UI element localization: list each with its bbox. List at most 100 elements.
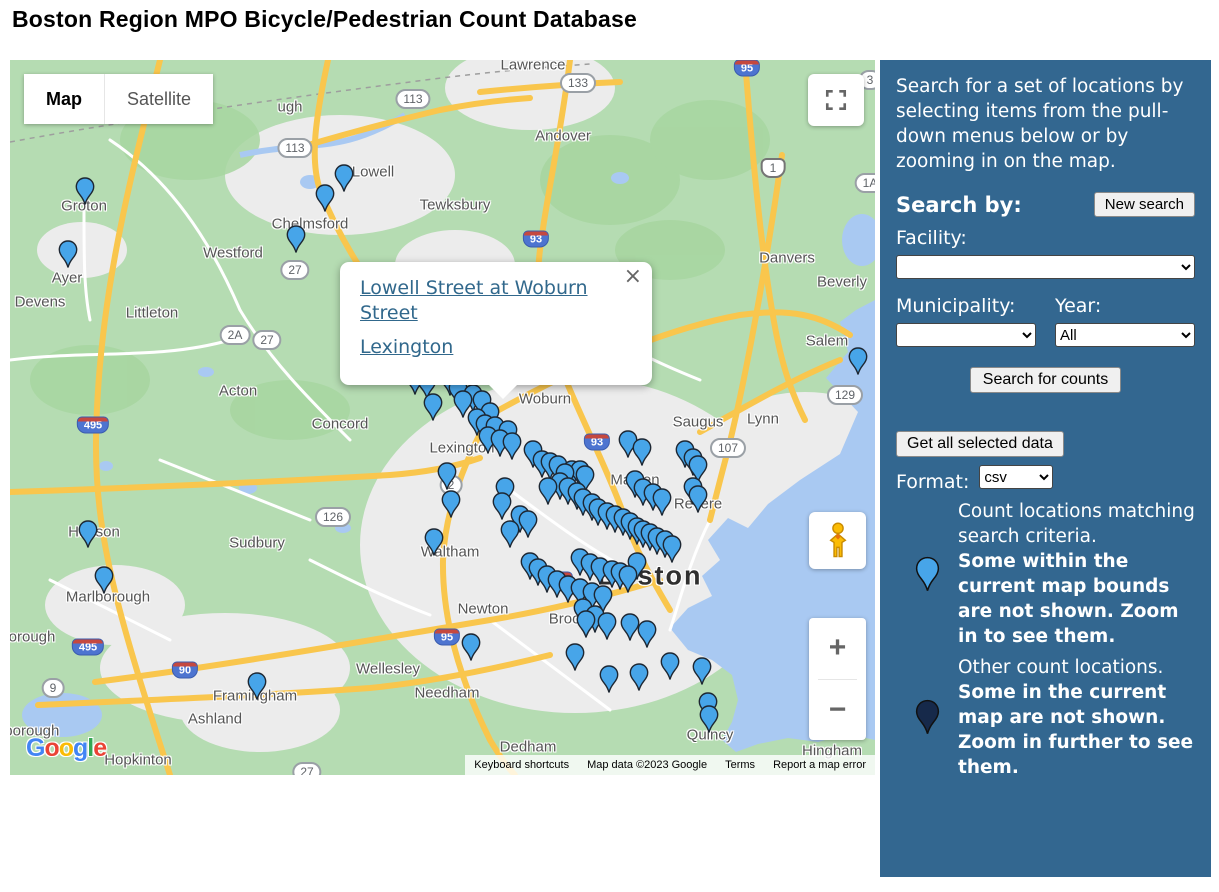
map-data-text: Map data ©2023 Google [578,759,716,771]
count-location-pin[interactable] [518,510,538,543]
count-location-pin[interactable] [502,432,522,465]
count-location-pin[interactable] [576,610,596,643]
count-location-pin[interactable] [652,488,672,521]
route-shield-icon: 27 [292,762,321,775]
count-location-pin[interactable] [629,663,649,696]
route-shield-icon: 93 [523,231,549,248]
map-town-label: Dedham [500,739,557,756]
count-location-pin[interactable] [461,633,481,666]
page-title: Boston Region MPO Bicycle/Pedestrian Cou… [12,6,637,33]
map-type-map-button[interactable]: Map [24,74,104,124]
route-shield-icon: 95 [434,629,460,646]
count-location-pin[interactable] [699,705,719,738]
count-location-pin[interactable] [618,565,638,598]
info-window-link[interactable]: Lexington [360,335,632,360]
map-legend: Count locations matching search criteria… [896,499,1195,780]
keyboard-shortcuts-link[interactable]: Keyboard shortcuts [465,759,578,771]
route-shield-icon: 1 [761,158,786,178]
count-location-pin[interactable] [597,612,617,645]
search-by-label: Search by: [896,193,1022,217]
route-shield-icon: 113 [395,89,430,109]
count-location-pin[interactable] [441,490,461,523]
fullscreen-icon [824,88,848,112]
count-location-pin[interactable] [599,665,619,698]
map-town-label: Ashland [188,711,242,728]
sidebar-intro-text: Search for a set of locations by selecti… [896,74,1195,174]
count-location-pin[interactable] [632,438,652,471]
municipality-label: Municipality: [896,295,1055,317]
zoom-in-button[interactable]: + [809,618,866,679]
route-shield-icon: 95 [734,60,760,77]
legend-item: Count locations matching search criteria… [896,499,1195,649]
route-shield-icon: 2A [220,325,251,345]
facility-label: Facility: [896,227,1195,249]
map-attribution: Keyboard shortcutsMap data ©2023 GoogleT… [465,755,875,775]
street-view-pegman-button[interactable] [809,512,866,569]
municipality-select[interactable] [896,323,1036,347]
google-logo[interactable]: Google [26,734,106,763]
legend-pin-icon [896,699,958,736]
map-town-label: Lawrence [500,60,565,74]
format-label: Format: [896,471,969,493]
zoom-out-button[interactable]: − [809,680,866,741]
route-shield-icon: 129 [827,385,863,405]
map-town-label: Lowell [352,164,395,181]
route-shield-icon: 133 [560,73,596,93]
year-label: Year: [1055,295,1195,317]
count-location-pin[interactable] [660,652,680,685]
count-location-pin[interactable] [286,225,306,258]
new-search-button[interactable]: New search [1094,192,1195,217]
count-location-pin[interactable] [94,566,114,599]
search-for-counts-button[interactable]: Search for counts [970,367,1121,393]
count-location-pin[interactable] [565,643,585,676]
fullscreen-button[interactable] [808,74,864,126]
year-select[interactable]: All [1055,323,1195,347]
map-town-label: Hopkinton [104,752,172,769]
google-map[interactable]: LawrenceughAndoverLowellTewksburyGrotonC… [10,60,875,775]
map-town-label: Westford [203,245,263,262]
count-location-pin[interactable] [423,393,443,426]
map-town-label: Devens [15,294,66,311]
count-location-pin[interactable] [692,657,712,690]
info-window-link[interactable]: Lowell Street at Woburn Street [360,276,632,326]
map-town-label: ugh [277,99,302,116]
map-info-window: × Lowell Street at Woburn Street Lexingto… [340,262,652,385]
route-shield-icon: 126 [315,507,351,527]
count-location-pin[interactable] [78,520,98,553]
close-icon[interactable]: × [624,266,642,288]
count-location-pin[interactable] [334,164,354,197]
count-location-pin[interactable] [75,177,95,210]
count-location-pin[interactable] [424,528,444,561]
count-location-pin[interactable] [247,672,267,705]
map-town-label: Needham [414,685,479,702]
route-shield-icon: 113 [277,138,312,158]
map-town-label: Danvers [759,250,815,267]
count-location-pin[interactable] [500,520,520,553]
format-select[interactable]: csv [979,465,1053,489]
count-location-pin[interactable] [538,477,558,510]
map-town-label: Wellesley [356,661,420,678]
route-shield-icon: 93 [584,434,610,451]
map-town-label: Sudbury [229,535,285,552]
count-location-pin[interactable] [315,184,335,217]
route-shield-icon: 27 [252,330,281,350]
search-sidebar: Search for a set of locations by selecti… [880,60,1211,877]
get-all-selected-data-button[interactable]: Get all selected data [896,431,1064,457]
count-location-pin[interactable] [637,620,657,653]
map-type-satellite-button[interactable]: Satellite [104,74,213,124]
count-location-pin[interactable] [662,535,682,568]
terms-link[interactable]: Terms [716,759,764,771]
map-town-label: Concord [312,416,369,433]
legend-pin-icon [896,556,958,593]
count-location-pin[interactable] [848,347,868,380]
pegman-icon [821,521,855,561]
route-shield-icon: 495 [72,639,104,656]
map-town-label: Beverly [817,274,867,291]
count-location-pin[interactable] [688,485,708,518]
map-town-label: Chelmsford [272,216,349,233]
map-town-label: Tewksbury [420,197,491,214]
count-location-pin[interactable] [58,240,78,273]
facility-select[interactable] [896,255,1195,279]
route-shield-icon: 107 [710,438,746,458]
report-map-error-link[interactable]: Report a map error [764,759,875,771]
